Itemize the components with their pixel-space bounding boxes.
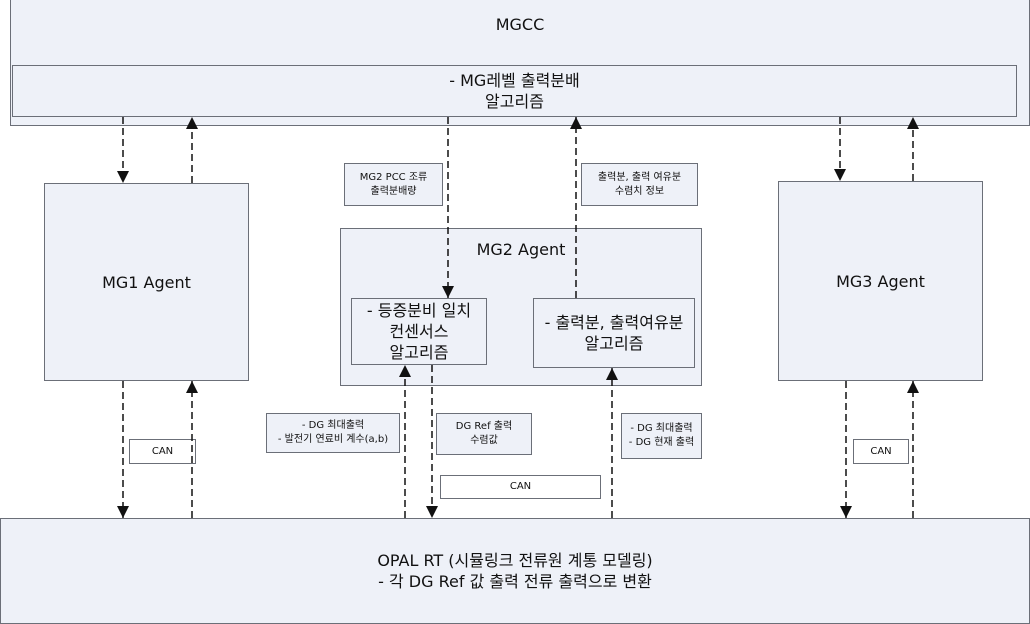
arrows-layer	[117, 117, 919, 518]
